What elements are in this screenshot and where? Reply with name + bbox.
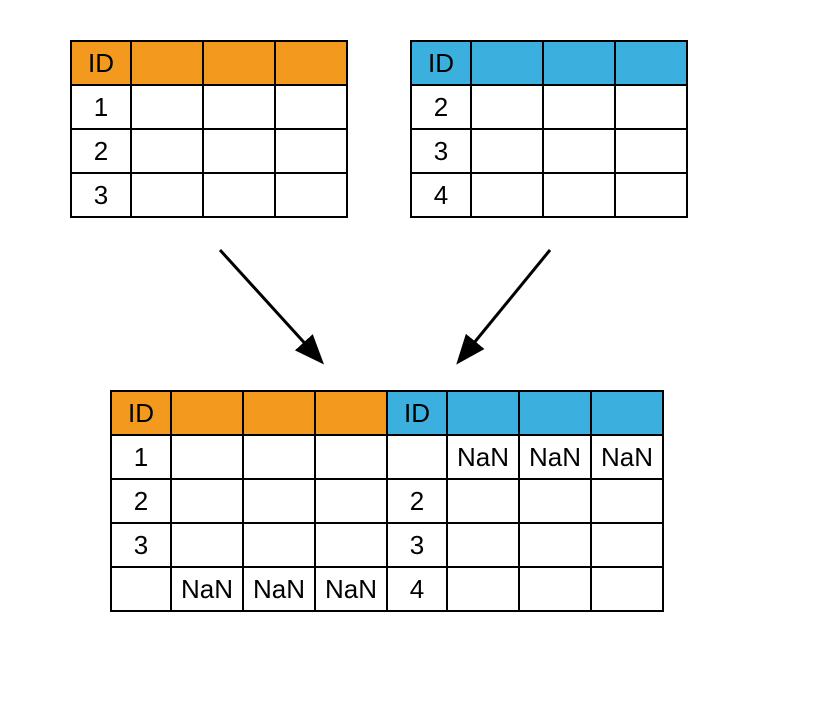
left-table-cell bbox=[203, 173, 275, 217]
right-table-cell bbox=[471, 173, 543, 217]
right-table-cell bbox=[615, 85, 687, 129]
merged-cell bbox=[315, 435, 387, 479]
right-table-header-id: ID bbox=[411, 41, 471, 85]
right-table-cell bbox=[471, 129, 543, 173]
arrow-right bbox=[460, 250, 550, 360]
merged-cell: 3 bbox=[387, 523, 447, 567]
merged-left-header-id: ID bbox=[111, 391, 171, 435]
merged-cell: 4 bbox=[387, 567, 447, 611]
merged-cell bbox=[243, 523, 315, 567]
left-table-cell: 1 bbox=[71, 85, 131, 129]
merged-cell: 1 bbox=[111, 435, 171, 479]
merged-cell-nan: NaN bbox=[519, 435, 591, 479]
merged-cell bbox=[591, 523, 663, 567]
merged-cell-nan: NaN bbox=[591, 435, 663, 479]
left-table-header-col bbox=[203, 41, 275, 85]
merged-cell: 3 bbox=[111, 523, 171, 567]
right-table-cell bbox=[543, 173, 615, 217]
right-table-cell bbox=[471, 85, 543, 129]
merged-cell: 2 bbox=[387, 479, 447, 523]
merged-right-header-col bbox=[591, 391, 663, 435]
merged-cell-nan: NaN bbox=[243, 567, 315, 611]
merged-right-header-col bbox=[519, 391, 591, 435]
merged-left-header-col bbox=[171, 391, 243, 435]
left-table-cell bbox=[275, 173, 347, 217]
merged-cell: 2 bbox=[111, 479, 171, 523]
left-table-header-col bbox=[275, 41, 347, 85]
merged-cell bbox=[387, 435, 447, 479]
merged-cell bbox=[243, 435, 315, 479]
left-table-cell bbox=[275, 85, 347, 129]
merged-cell bbox=[519, 479, 591, 523]
merged-right-header-col bbox=[447, 391, 519, 435]
left-table-cell: 2 bbox=[71, 129, 131, 173]
left-table-cell bbox=[203, 85, 275, 129]
merged-output-table: ID ID 1 NaN NaN NaN 2 2 bbox=[110, 390, 664, 612]
right-table-cell: 3 bbox=[411, 129, 471, 173]
merged-cell-nan: NaN bbox=[447, 435, 519, 479]
merged-cell-nan: NaN bbox=[171, 567, 243, 611]
merged-cell bbox=[447, 479, 519, 523]
merged-cell bbox=[171, 479, 243, 523]
right-table-cell bbox=[615, 173, 687, 217]
merged-cell bbox=[447, 567, 519, 611]
right-table-header-col bbox=[543, 41, 615, 85]
merged-cell bbox=[315, 523, 387, 567]
right-table-cell bbox=[543, 85, 615, 129]
left-input-table: ID 1 2 3 bbox=[70, 40, 348, 218]
left-table-cell: 3 bbox=[71, 173, 131, 217]
merged-cell bbox=[243, 479, 315, 523]
merged-cell-nan: NaN bbox=[315, 567, 387, 611]
merged-cell bbox=[171, 435, 243, 479]
right-table-cell bbox=[615, 129, 687, 173]
right-table-header-col bbox=[615, 41, 687, 85]
right-table-cell: 2 bbox=[411, 85, 471, 129]
merged-cell bbox=[447, 523, 519, 567]
left-table-cell bbox=[131, 173, 203, 217]
merged-cell bbox=[591, 567, 663, 611]
merged-right-header-id: ID bbox=[387, 391, 447, 435]
merged-cell bbox=[111, 567, 171, 611]
right-table-cell: 4 bbox=[411, 173, 471, 217]
merged-cell bbox=[591, 479, 663, 523]
merge-diagram: ID 1 2 3 ID bbox=[40, 40, 800, 690]
merged-left-header-col bbox=[243, 391, 315, 435]
right-table-header-col bbox=[471, 41, 543, 85]
right-table-cell bbox=[543, 129, 615, 173]
merged-cell bbox=[519, 523, 591, 567]
merged-cell bbox=[315, 479, 387, 523]
left-table-cell bbox=[131, 85, 203, 129]
arrow-left bbox=[220, 250, 320, 360]
merged-left-header-col bbox=[315, 391, 387, 435]
right-input-table: ID 2 3 4 bbox=[410, 40, 688, 218]
left-table-header-id: ID bbox=[71, 41, 131, 85]
merged-cell bbox=[171, 523, 243, 567]
left-table-cell bbox=[203, 129, 275, 173]
left-table-cell bbox=[131, 129, 203, 173]
left-table-cell bbox=[275, 129, 347, 173]
merged-cell bbox=[519, 567, 591, 611]
left-table-header-col bbox=[131, 41, 203, 85]
